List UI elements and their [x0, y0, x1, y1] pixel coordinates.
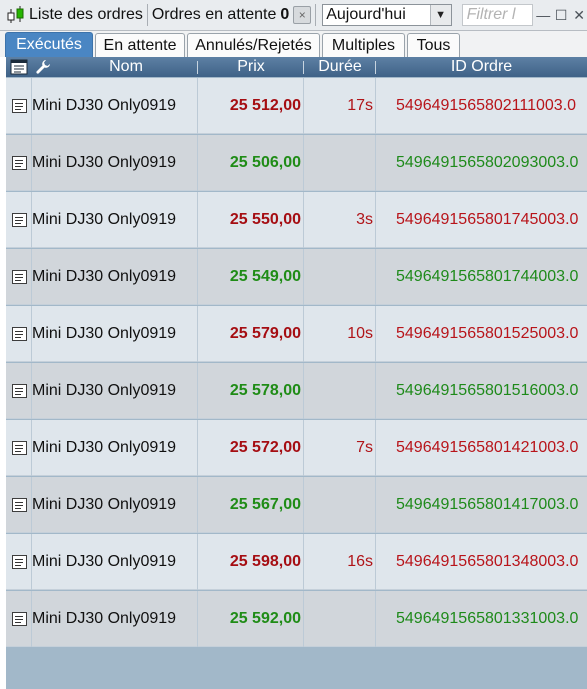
order-duration: 3s	[356, 211, 373, 228]
window-title: Liste des ordres	[29, 6, 143, 23]
order-price: 25 550,00	[229, 211, 301, 228]
order-name: Mini DJ30 Only0919	[32, 268, 177, 285]
order-details-icon[interactable]	[6, 78, 32, 134]
table-row[interactable]: Mini DJ30 Only0919 25 567,00 5496491565801…	[6, 477, 587, 533]
order-name: Mini DJ30 Only0919	[32, 610, 177, 627]
order-price: 25 567,00	[229, 496, 301, 513]
order-id: 5496491565801516003.0	[396, 382, 579, 399]
order-duration: 7s	[356, 439, 373, 456]
tab-annules-rejetes[interactable]: Annulés/Rejetés	[187, 33, 320, 57]
tab-executes[interactable]: Exécutés	[5, 32, 93, 57]
column-divider	[375, 363, 376, 419]
order-id: 5496491565801745003.0	[396, 211, 579, 228]
orders-table: Nom Prix Durée ID Ordre Mini DJ30 Only09…	[6, 57, 587, 689]
order-id: 5496491565801331003.0	[396, 610, 579, 627]
order-id: 5496491565801525003.0	[396, 325, 579, 342]
order-price: 25 549,00	[229, 268, 301, 285]
order-details-icon[interactable]	[6, 306, 32, 362]
order-id: 5496491565802111003.0	[396, 97, 577, 114]
wrench-icon[interactable]	[34, 57, 52, 77]
order-name: Mini DJ30 Only0919	[32, 325, 177, 342]
maximize-icon[interactable]: ☐	[553, 7, 569, 24]
toolbar: Liste des ordres Ordres en attente 0 × A…	[0, 0, 587, 31]
column-header-price[interactable]: Prix	[198, 57, 304, 77]
order-price: 25 512,00	[229, 97, 301, 114]
column-divider	[375, 534, 376, 590]
order-details-icon[interactable]	[6, 591, 32, 647]
order-details-icon[interactable]	[6, 477, 32, 533]
order-name: Mini DJ30 Only0919	[32, 211, 177, 228]
pending-orders-label: Ordres en attente	[151, 6, 277, 23]
close-icon[interactable]: ×	[293, 6, 312, 24]
order-duration	[303, 477, 375, 533]
table-row[interactable]: Mini DJ30 Only0919 25 549,00 5496491565801…	[6, 249, 587, 305]
period-select-value: Aujourd'hui	[326, 6, 406, 23]
candlestick-icon	[5, 4, 27, 26]
order-details-icon[interactable]	[6, 192, 32, 248]
column-divider	[375, 135, 376, 191]
column-divider	[375, 591, 376, 647]
period-select[interactable]: Aujourd'hui ▼	[322, 4, 452, 26]
pending-orders-count: 0	[280, 6, 290, 23]
order-details-icon[interactable]	[6, 420, 32, 476]
column-divider	[375, 477, 376, 533]
table-row[interactable]: Mini DJ30 Only0919 25 512,00 17s 5496491565…	[6, 78, 587, 134]
table-row[interactable]: Mini DJ30 Only0919 25 598,00 16s 5496491565…	[6, 534, 587, 590]
tab-multiples[interactable]: Multiples	[322, 33, 405, 57]
order-price: 25 592,00	[229, 610, 301, 627]
order-price: 25 578,00	[229, 382, 301, 399]
tab-en-attente[interactable]: En attente	[95, 33, 185, 57]
details-column-icon[interactable]	[9, 57, 29, 77]
column-header-order-id[interactable]: ID Ordre	[376, 57, 587, 77]
order-details-icon[interactable]	[6, 249, 32, 305]
table-row[interactable]: Mini DJ30 Only0919 25 506,00 5496491565802…	[6, 135, 587, 191]
column-header-name[interactable]: Nom	[56, 57, 196, 77]
order-duration: 16s	[347, 553, 373, 570]
column-divider	[375, 306, 376, 362]
order-price: 25 572,00	[229, 439, 301, 456]
order-duration	[303, 363, 375, 419]
order-price: 25 506,00	[229, 154, 301, 171]
order-name: Mini DJ30 Only0919	[32, 439, 177, 456]
chevron-down-icon[interactable]: ▼	[429, 5, 451, 25]
order-name: Mini DJ30 Only0919	[32, 382, 177, 399]
tab-bar: Exécutés En attente Annulés/Rejetés Mult…	[0, 31, 587, 57]
order-details-icon[interactable]	[6, 534, 32, 590]
order-duration	[303, 249, 375, 305]
order-details-icon[interactable]	[6, 135, 32, 191]
table-row[interactable]: Mini DJ30 Only0919 25 550,00 3s 54964915658…	[6, 192, 587, 248]
column-divider	[375, 192, 376, 248]
order-name: Mini DJ30 Only0919	[32, 97, 177, 114]
toolbar-divider	[146, 4, 148, 26]
order-duration	[303, 135, 375, 191]
order-id: 5496491565801417003.0	[396, 496, 579, 513]
minimize-icon[interactable]: —	[535, 7, 551, 23]
table-row[interactable]: Mini DJ30 Only0919 25 572,00 7s 54964915658…	[6, 420, 587, 476]
column-header-duration[interactable]: Durée	[304, 57, 376, 77]
order-id: 5496491565802093003.0	[396, 154, 579, 171]
order-name: Mini DJ30 Only0919	[32, 553, 177, 570]
order-price: 25 598,00	[229, 553, 301, 570]
order-duration	[303, 591, 375, 647]
order-details-icon[interactable]	[6, 363, 32, 419]
column-divider	[375, 78, 376, 134]
column-divider	[375, 420, 376, 476]
toolbar-divider	[315, 4, 317, 26]
order-duration: 10s	[347, 325, 373, 342]
order-id: 5496491565801744003.0	[396, 268, 579, 285]
order-name: Mini DJ30 Only0919	[32, 496, 177, 513]
order-id: 5496491565801348003.0	[396, 553, 579, 570]
tab-tous[interactable]: Tous	[407, 33, 460, 57]
order-price: 25 579,00	[229, 325, 301, 342]
order-duration: 17s	[347, 97, 373, 114]
table-row[interactable]: Mini DJ30 Only0919 25 579,00 10s 5496491565…	[6, 306, 587, 362]
filter-input[interactable]: Filtrer l	[461, 4, 534, 26]
order-id: 5496491565801421003.0	[396, 439, 579, 456]
table-row[interactable]: Mini DJ30 Only0919 25 592,00 5496491565801…	[6, 591, 587, 647]
order-name: Mini DJ30 Only0919	[32, 154, 177, 171]
table-row[interactable]: Mini DJ30 Only0919 25 578,00 5496491565801…	[6, 363, 587, 419]
window-close-icon[interactable]: ✕	[571, 7, 587, 24]
table-header: Nom Prix Durée ID Ordre	[6, 57, 587, 77]
column-divider	[375, 249, 376, 305]
